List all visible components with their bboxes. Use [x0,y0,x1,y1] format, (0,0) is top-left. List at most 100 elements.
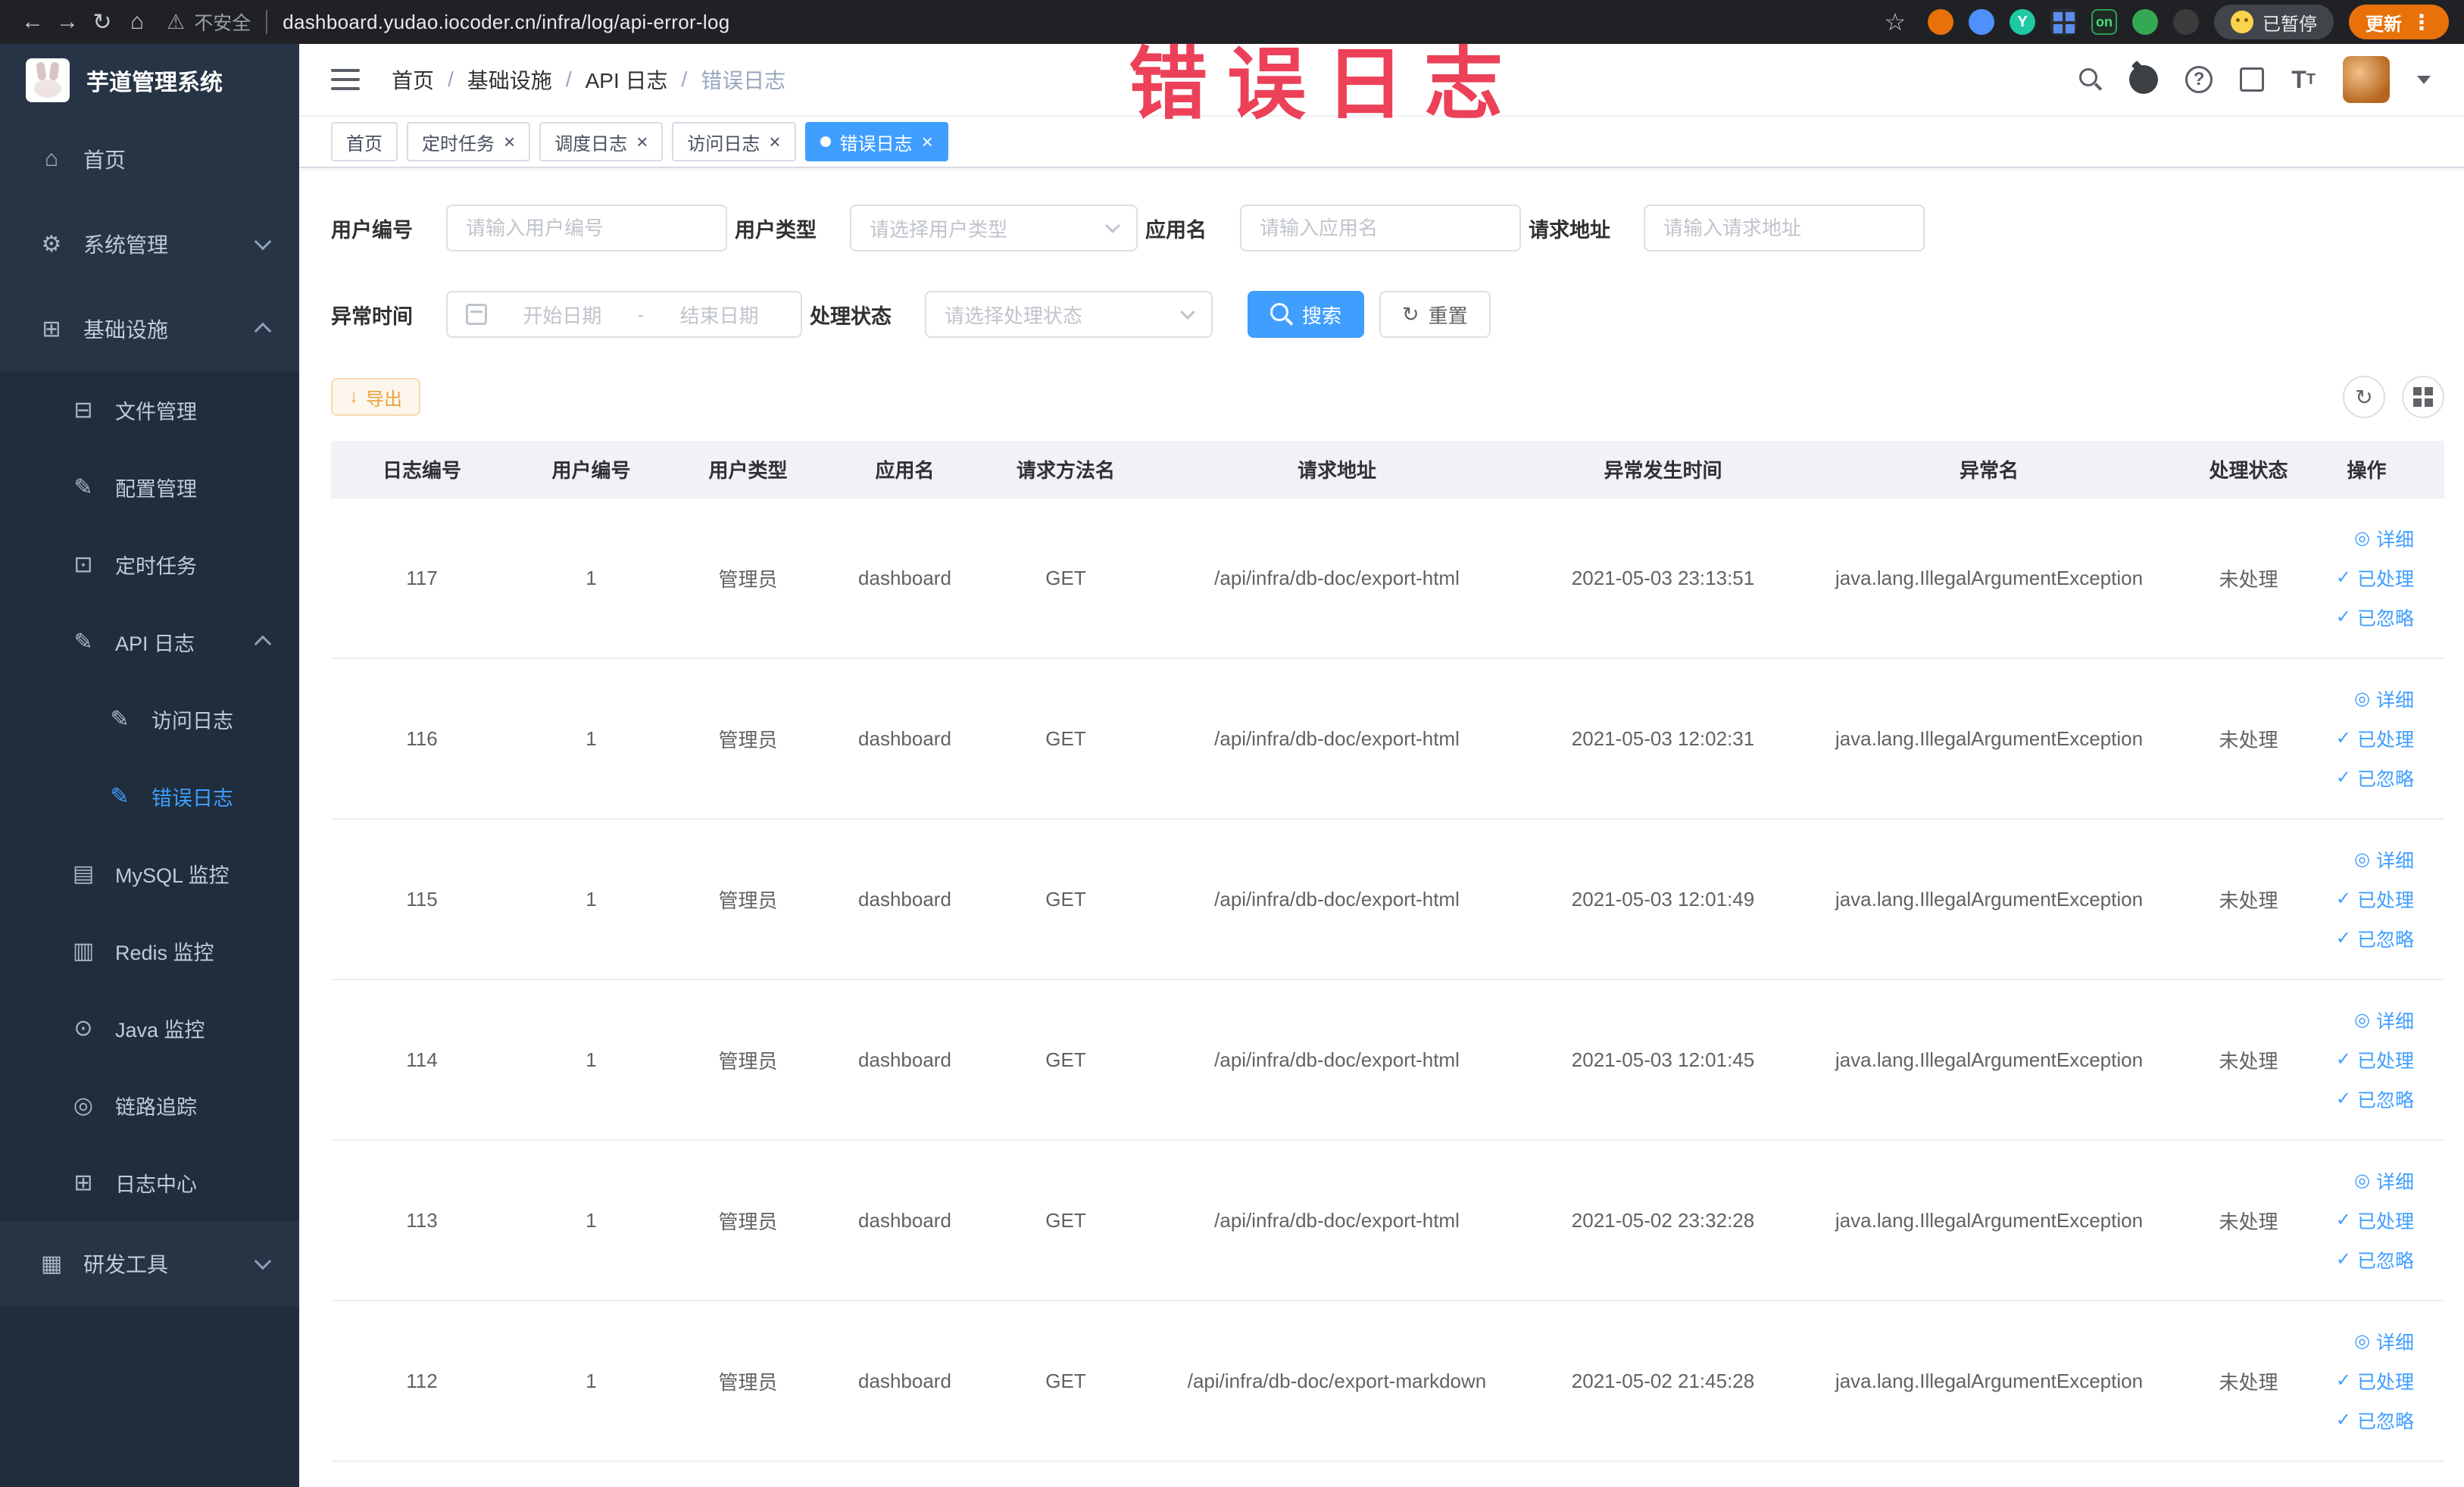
mark-processed-link[interactable]: ✓ 已处理 [2336,1207,2414,1234]
user-type-select[interactable]: 请选择用户类型 [850,205,1138,251]
extension-icon[interactable] [1928,9,1953,35]
font-size-icon[interactable]: TT [2291,66,2316,94]
bookmark-star-icon[interactable]: ☆ [1878,5,1913,39]
eye-icon: ◎ [2354,528,2370,548]
mark-ignored-link[interactable]: ✓ 已忽略 [2336,1246,2414,1273]
user-avatar[interactable] [2343,56,2390,103]
tab-error-log[interactable]: 错误日志 × [804,122,948,161]
reset-button-label: 重置 [1428,304,1468,327]
close-icon[interactable]: × [504,132,515,152]
user-id-input[interactable] [446,205,727,251]
mark-ignored-link[interactable]: ✓ 已忽略 [2336,604,2414,631]
help-icon[interactable]: ? [2185,66,2213,93]
sidebar-item-scheduled-job[interactable]: ⊡ 定时任务 [0,526,299,603]
mark-processed-link[interactable]: ✓ 已处理 [2336,886,2414,913]
detail-link[interactable]: ◎ 详细 [2354,525,2414,552]
date-range-picker[interactable]: 开始日期 - 结束日期 [446,291,802,338]
breadcrumb-item[interactable]: 基础设施 [467,64,552,95]
tab-home[interactable]: 首页 [331,122,398,161]
update-button[interactable]: 更新 ⋮ [2349,5,2449,39]
mark-processed-link[interactable]: ✓ 已处理 [2336,1367,2414,1395]
request-url-input[interactable] [1644,205,1925,251]
eye-icon: ◎ [2354,689,2370,709]
extension-on-icon[interactable]: on [2091,9,2117,35]
table-header: 日志编号 用户编号 用户类型 应用名 请求方法名 请求地址 异常发生时间 异常名… [331,441,2444,498]
date-range-separator: - [637,302,645,326]
cell-actions: ◎ 详细 ✓ 已处理 ✓ 已忽略 [2319,980,2444,1139]
cell-request-url: /api/infra/db-doc/export-html [1214,566,1460,589]
close-icon[interactable]: × [769,132,780,152]
sidebar-item-redis-monitor[interactable]: ▥ Redis 监控 [0,912,299,989]
paused-button[interactable]: 已暂停 [2214,5,2334,39]
sidebar-item-java-monitor[interactable]: ⊙ Java 监控 [0,989,299,1067]
sidebar-item-system[interactable]: ⚙ 系统管理 [0,201,299,286]
close-icon[interactable]: × [922,132,933,152]
mark-processed-link[interactable]: ✓ 已处理 [2336,1046,2414,1073]
detail-link[interactable]: ◎ 详细 [2354,1167,2414,1195]
sidebar-item-file-manage[interactable]: ⊟ 文件管理 [0,371,299,448]
sidebar-item-mysql-monitor[interactable]: ▤ MySQL 监控 [0,835,299,912]
detail-link[interactable]: ◎ 详细 [2354,846,2414,873]
extension-icon[interactable] [1969,9,1994,35]
sidebar-toggle-icon[interactable] [331,69,360,90]
extension-grid-icon[interactable] [2050,9,2076,35]
search-button[interactable]: 搜索 [1248,291,1365,338]
breadcrumb-item[interactable]: 首页 [392,64,434,95]
sidebar-item-home[interactable]: ⌂ 首页 [0,117,299,201]
sidebar-item-access-log[interactable]: ✎ 访问日志 [0,680,299,758]
reload-icon[interactable]: ↻ [85,5,120,39]
tab-access-log[interactable]: 访问日志 × [672,122,796,161]
search-icon[interactable] [2079,68,2102,91]
end-date-placeholder: 结束日期 [679,304,759,327]
check-icon: ✓ [2335,889,2351,909]
url-bar[interactable]: dashboard.yudao.iocoder.cn/infra/log/api… [283,11,729,34]
column-header: 请求方法名 [1016,458,1115,482]
extension-icon[interactable] [2132,9,2158,35]
browser-home-icon[interactable]: ⌂ [120,5,155,39]
mark-ignored-link[interactable]: ✓ 已忽略 [2336,1086,2414,1113]
log-center-icon: ⊞ [73,1170,93,1195]
sidebar-item-log-center[interactable]: ⊞ 日志中心 [0,1144,299,1221]
github-icon[interactable] [2129,65,2159,94]
tab-scheduled-job[interactable]: 定时任务 × [407,122,531,161]
column-header: 请求地址 [1297,458,1376,482]
back-icon[interactable]: ← [15,5,50,39]
sidebar-item-config-manage[interactable]: ✎ 配置管理 [0,448,299,526]
column-settings-button[interactable] [2402,376,2444,418]
caret-down-icon[interactable] [2417,75,2431,84]
sidebar-item-api-log[interactable]: ✎ API 日志 [0,603,299,680]
close-icon[interactable]: × [636,132,648,152]
forward-icon[interactable]: → [50,5,85,39]
detail-link[interactable]: ◎ 详细 [2354,1328,2414,1355]
filter-label: 请求地址 [1529,218,1610,242]
security-chip[interactable]: ⚠ 不安全 [167,8,251,36]
mark-processed-link[interactable]: ✓ 已处理 [2336,725,2414,752]
extension-icon[interactable] [2173,9,2199,35]
cell-status: 未处理 [2219,1370,2278,1394]
cell-user-type: 管理员 [718,1210,778,1233]
tab-job-log[interactable]: 调度日志 × [539,122,664,161]
mark-processed-link[interactable]: ✓ 已处理 [2336,564,2414,592]
sidebar-item-trace[interactable]: ◎ 链路追踪 [0,1067,299,1144]
app-name-input[interactable] [1240,205,1521,251]
action-label: 详细 [2375,1332,2414,1354]
edit-icon: ✎ [73,474,93,500]
mark-ignored-link[interactable]: ✓ 已忽略 [2336,764,2414,792]
breadcrumb-item[interactable]: API 日志 [586,64,668,95]
app-logo[interactable]: 芋道管理系统 [0,44,299,117]
mark-ignored-link[interactable]: ✓ 已忽略 [2336,925,2414,952]
mark-ignored-link[interactable]: ✓ 已忽略 [2336,1407,2414,1434]
refresh-table-button[interactable]: ↻ [2343,376,2385,418]
detail-link[interactable]: ◎ 详细 [2354,1007,2414,1034]
sidebar-item-dev-tools[interactable]: ▦ 研发工具 [0,1221,299,1306]
sidebar-item-error-log[interactable]: ✎ 错误日志 [0,758,299,835]
header: 首页 / 基础设施 / API 日志 / 错误日志 ? TT [299,44,2464,115]
sidebar-item-infra[interactable]: ⊞ 基础设施 [0,286,299,371]
process-status-select[interactable]: 请选择处理状态 [925,291,1213,338]
detail-link[interactable]: ◎ 详细 [2354,686,2414,713]
reset-button[interactable]: ↻ 重置 [1379,291,1491,338]
fullscreen-icon[interactable] [2240,67,2265,92]
extension-icon[interactable]: Y [2010,9,2035,35]
export-button[interactable]: ↓ 导出 [331,378,420,416]
column-header: 异常发生时间 [1604,458,1722,482]
